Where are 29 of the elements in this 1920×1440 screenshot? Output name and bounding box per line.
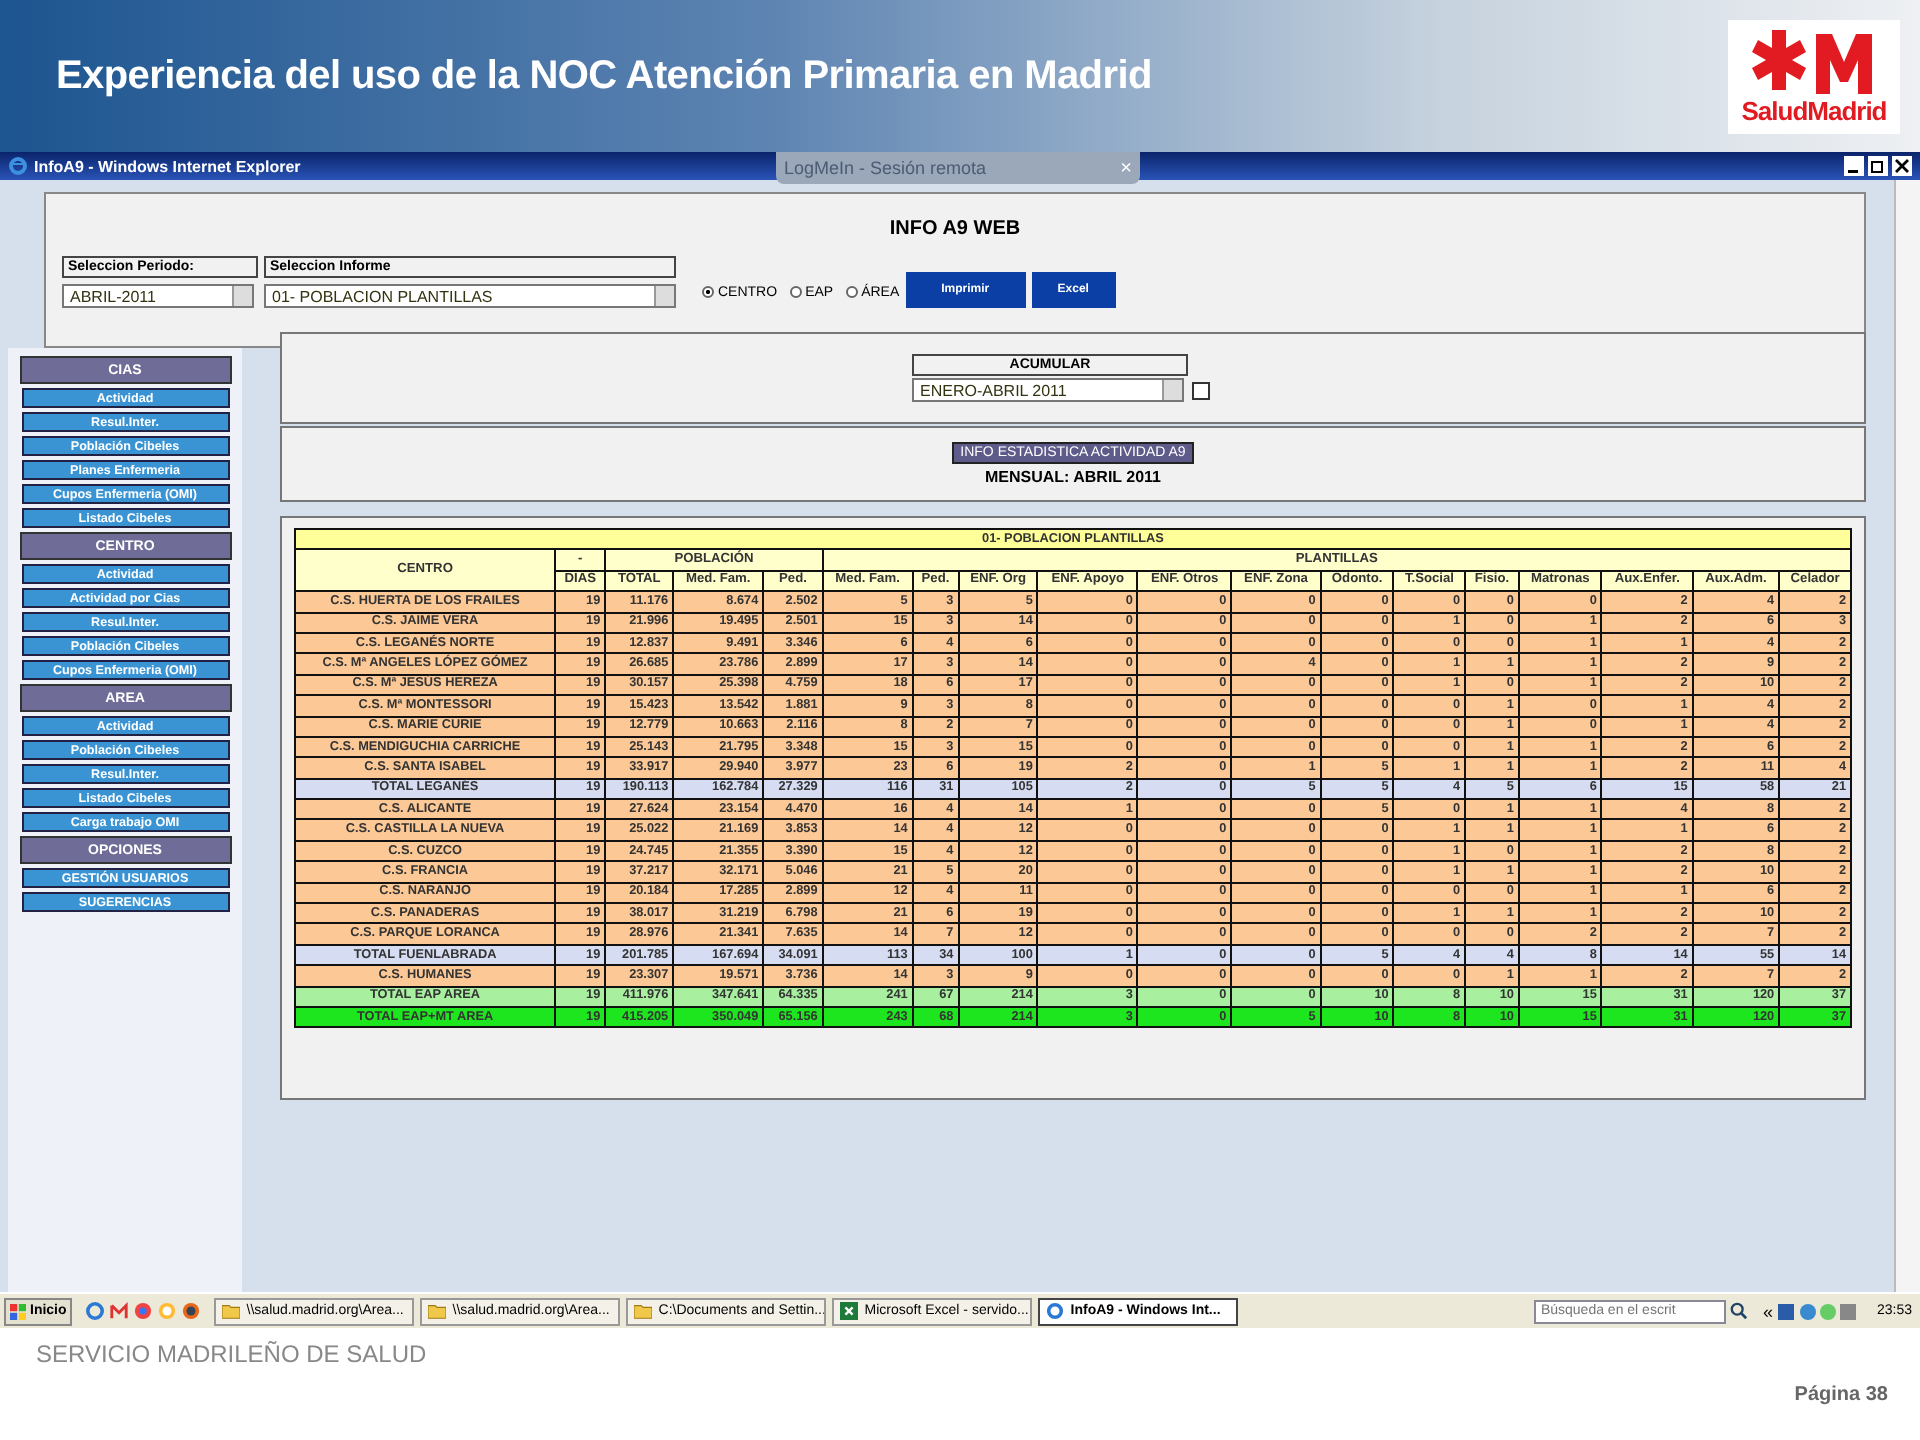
folder-icon — [428, 1302, 447, 1320]
logo-text: SaludMadrid — [1741, 95, 1887, 125]
folder-icon — [222, 1302, 241, 1320]
accumulate-checkbox[interactable] — [1192, 381, 1210, 399]
close-icon[interactable] — [1892, 156, 1912, 176]
tray-icons[interactable] — [1778, 1301, 1859, 1321]
window-title: InfoA9 - Windows Internet Explorer — [34, 157, 301, 175]
mail-icon[interactable] — [110, 1302, 129, 1320]
app-heading: INFO A9 WEB — [887, 218, 1023, 240]
remote-session-label: LogMeIn - Sesión remota — [784, 158, 987, 178]
restore-icon[interactable] — [1868, 156, 1888, 176]
slide-title: Experiencia del uso de la NOC Atención Primaria en Madrid — [56, 53, 1152, 99]
browser-icon[interactable] — [86, 1302, 105, 1320]
period-dropdown[interactable]: ABRIL-2011 — [62, 284, 254, 308]
tray-expand-button[interactable]: « — [1762, 1301, 1773, 1321]
report-dropdown[interactable]: 01- POBLACION PLANTILLAS — [264, 284, 676, 308]
remote-session-tab[interactable]: LogMeIn - Sesión remota × — [776, 152, 1140, 184]
accumulate-dropdown[interactable]: ENERO-ABRIL 2011 — [912, 378, 1184, 402]
page-number: Página 38 — [1794, 1384, 1888, 1406]
report-period: MENSUAL: ABRIL 2011 — [984, 468, 1162, 486]
folder-icon — [634, 1302, 653, 1320]
windows-logo-icon — [10, 1303, 26, 1319]
spreadsheet-icon — [840, 1302, 859, 1320]
browser-icon — [8, 156, 28, 176]
search-icon[interactable] — [1730, 1302, 1749, 1320]
minimize-icon[interactable] — [1844, 156, 1864, 176]
close-icon[interactable]: × — [1120, 157, 1132, 179]
footer-organization: SERVICIO MADRILEÑO DE SALUD — [36, 1340, 429, 1368]
browser-icon — [1046, 1302, 1065, 1320]
